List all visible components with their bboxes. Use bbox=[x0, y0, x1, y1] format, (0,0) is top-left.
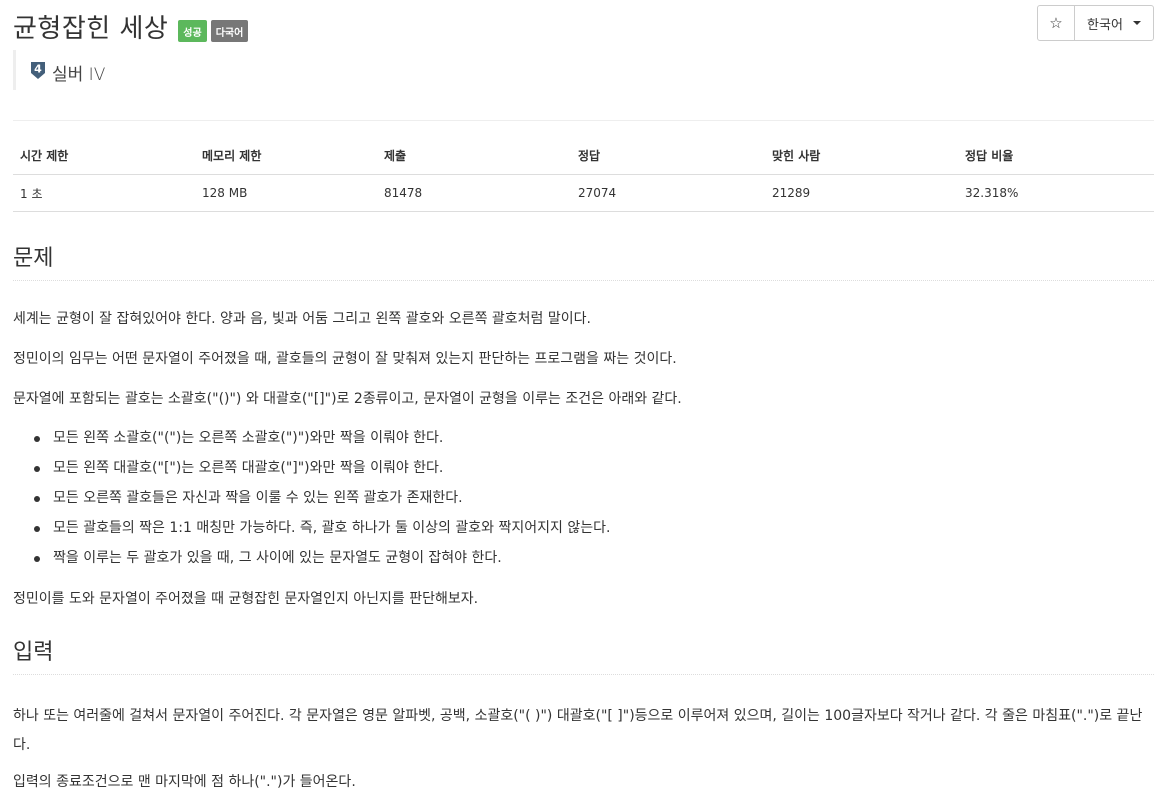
silver-tier-icon: 4 bbox=[31, 62, 45, 79]
list-item-text: 모든 왼쪽 소괄호("(")는 오른쪽 소괄호(")")와만 짝을 이뤄야 한다… bbox=[53, 430, 444, 446]
list-item: 모든 오른쪽 괄호들은 자신과 짝을 이룰 수 있는 왼쪽 괄호가 존재한다. bbox=[34, 485, 610, 515]
list-item-text: 모든 오른쪽 괄호들은 자신과 짝을 이룰 수 있는 왼쪽 괄호가 존재한다. bbox=[53, 490, 463, 506]
list-item: 모든 왼쪽 대괄호("[")는 오른쪽 대괄호("]")와만 짝을 이뤄야 한다… bbox=[34, 455, 610, 485]
column-header: 정답 비율 bbox=[958, 137, 1154, 175]
problem-title: 균형잡힌 세상 bbox=[13, 14, 169, 44]
multilang-badge[interactable]: 다국어 bbox=[210, 19, 249, 42]
memory-limit-cell: 128 MB bbox=[195, 174, 377, 212]
star-icon: ☆ bbox=[1049, 14, 1063, 32]
problem-header: 균형잡힌 세상 성공 다국어 4 실버 IV ☆ 한국어 bbox=[13, 0, 1154, 121]
solved-users-cell: 21289 bbox=[765, 174, 958, 212]
header-button-group: ☆ 한국어 bbox=[1037, 5, 1154, 41]
tier-label[interactable]: 실버 IV bbox=[52, 60, 105, 85]
accepted-cell: 27074 bbox=[571, 174, 765, 212]
tier-row: 4 실버 IV bbox=[13, 50, 105, 90]
language-label: 한국어 bbox=[1087, 17, 1123, 33]
column-header: 제출 bbox=[377, 137, 571, 175]
column-header: 메모리 제한 bbox=[195, 137, 377, 175]
problem-page: 균형잡힌 세상 성공 다국어 4 실버 IV ☆ 한국어 시간 제한 메모리 제… bbox=[13, 0, 1154, 790]
problem-paragraph: 정민이를 도와 문자열이 주어졌을 때 균형잡힌 문자열인지 아닌지를 판단해보… bbox=[13, 591, 479, 607]
time-limit-cell: 1 초 bbox=[13, 174, 195, 212]
success-badge: 성공 bbox=[178, 19, 207, 42]
list-item-text: 짝을 이루는 두 괄호가 있을 때, 그 사이에 있는 문자열도 균형이 잡혀야… bbox=[53, 550, 502, 566]
language-dropdown[interactable]: 한국어 bbox=[1075, 6, 1153, 40]
title-row: 균형잡힌 세상 성공 다국어 bbox=[13, 8, 249, 45]
tier-level: 4 bbox=[34, 63, 42, 76]
favorite-button[interactable]: ☆ bbox=[1038, 6, 1075, 40]
column-header: 정답 bbox=[571, 137, 765, 175]
bullet-icon bbox=[34, 556, 40, 562]
problem-paragraph: 세계는 균형이 잘 잡혀있어야 한다. 양과 음, 빛과 어둠 그리고 왼쪽 괄… bbox=[13, 311, 591, 327]
problem-paragraph: 문자열에 포함되는 괄호는 소괄호("()") 와 대괄호("[]")로 2종류… bbox=[13, 391, 682, 407]
list-item-text: 모든 괄호들의 짝은 1:1 매칭만 가능하다. 즉, 괄호 하나가 둘 이상의… bbox=[53, 520, 611, 536]
column-header: 맞힌 사람 bbox=[765, 137, 958, 175]
bullet-icon bbox=[34, 466, 40, 472]
problem-section-title: 문제 bbox=[13, 240, 1154, 281]
input-section-title: 입력 bbox=[13, 634, 1154, 675]
bullet-icon bbox=[34, 436, 40, 442]
table-row: 1 초 128 MB 81478 27074 21289 32.318% bbox=[13, 174, 1154, 212]
caret-down-icon bbox=[1132, 21, 1141, 25]
column-header: 시간 제한 bbox=[13, 137, 195, 175]
list-item: 모든 괄호들의 짝은 1:1 매칭만 가능하다. 즉, 괄호 하나가 둘 이상의… bbox=[34, 515, 611, 545]
balance-rules-list: 모든 왼쪽 소괄호("(")는 오른쪽 소괄호(")")와만 짝을 이뤄야 한다… bbox=[13, 425, 610, 575]
table-header-row: 시간 제한 메모리 제한 제출 정답 맞힌 사람 정답 비율 bbox=[13, 137, 1154, 175]
input-paragraph: 하나 또는 여러줄에 걸쳐서 문자열이 주어진다. 각 문자열은 영문 알파벳,… bbox=[13, 708, 1143, 753]
bullet-icon bbox=[34, 526, 40, 532]
problem-info-table: 시간 제한 메모리 제한 제출 정답 맞힌 사람 정답 비율 1 초 128 M… bbox=[13, 137, 1154, 212]
bullet-icon bbox=[34, 496, 40, 502]
submissions-cell: 81478 bbox=[377, 174, 571, 212]
list-item: 모든 왼쪽 소괄호("(")는 오른쪽 소괄호(")")와만 짝을 이뤄야 한다… bbox=[34, 425, 610, 455]
accept-ratio-cell: 32.318% bbox=[958, 174, 1154, 212]
list-item-text: 모든 왼쪽 대괄호("[")는 오른쪽 대괄호("]")와만 짝을 이뤄야 한다… bbox=[53, 460, 444, 476]
problem-paragraph: 정민이의 임무는 어떤 문자열이 주어졌을 때, 괄호들의 균형이 잘 맞춰져 … bbox=[13, 351, 677, 367]
list-item: 짝을 이루는 두 괄호가 있을 때, 그 사이에 있는 문자열도 균형이 잡혀야… bbox=[34, 545, 610, 575]
input-paragraph: 입력의 종료조건으로 맨 마지막에 점 하나(".")가 들어온다. bbox=[13, 774, 356, 790]
